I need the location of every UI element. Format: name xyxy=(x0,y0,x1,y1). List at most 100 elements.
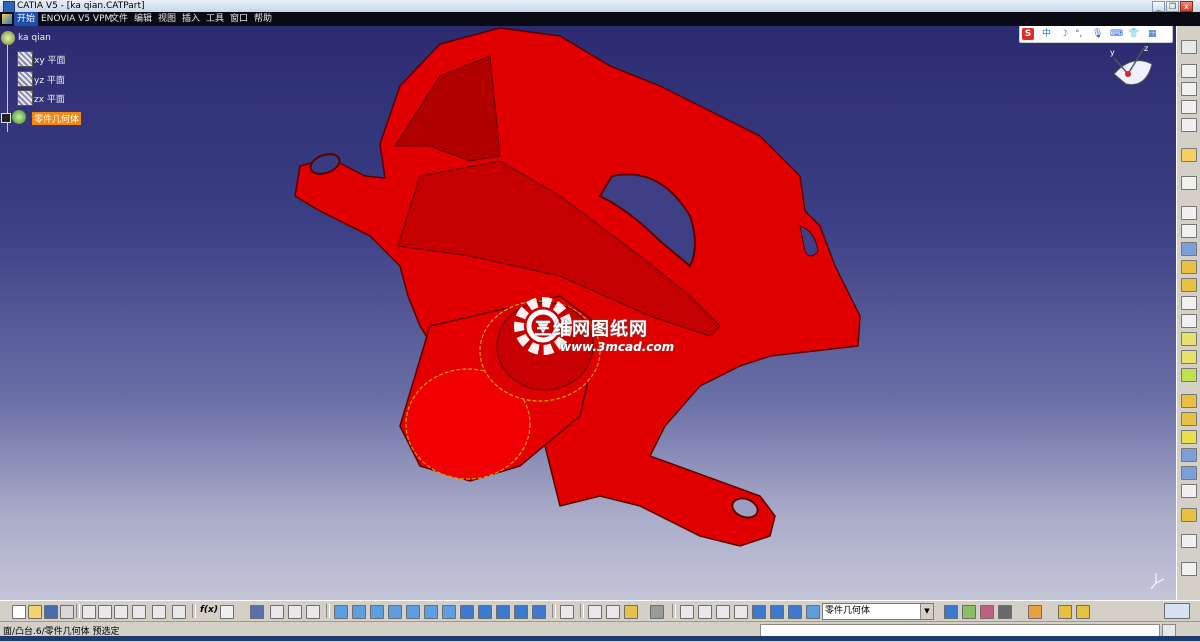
apply-material-icon[interactable] xyxy=(944,605,958,619)
menu-view[interactable]: 视图 xyxy=(158,12,176,26)
anchor-icon[interactable] xyxy=(624,605,638,619)
chamfer-icon[interactable] xyxy=(1181,412,1197,426)
mic-icon[interactable]: 🎙 xyxy=(1092,26,1103,42)
snapshot-icon[interactable] xyxy=(980,605,994,619)
loft-icon[interactable] xyxy=(1181,350,1197,364)
print-icon[interactable] xyxy=(60,605,74,619)
texture-icon[interactable] xyxy=(962,605,976,619)
parts-icon[interactable] xyxy=(288,605,302,619)
analysis-icon[interactable] xyxy=(220,605,234,619)
draft-icon[interactable] xyxy=(1181,430,1197,444)
axis-system-icon[interactable] xyxy=(680,605,694,619)
zoom-in-icon[interactable] xyxy=(406,605,420,619)
formula-icon[interactable]: f(x) xyxy=(200,605,218,615)
moon-icon[interactable]: ☽ xyxy=(1060,26,1068,42)
swap-space-icon[interactable] xyxy=(532,605,546,619)
restore-button[interactable]: ❐ xyxy=(1166,1,1179,12)
fit-all-icon[interactable] xyxy=(352,605,366,619)
menu-file[interactable]: 文件 xyxy=(110,12,128,26)
menu-insert[interactable]: 插入 xyxy=(182,12,200,26)
redo-icon[interactable] xyxy=(152,605,166,619)
sketcher-icon[interactable] xyxy=(1181,176,1197,190)
wireframe-icon[interactable] xyxy=(998,605,1012,619)
keyboard-icon[interactable]: ⌨ xyxy=(1110,26,1123,42)
render-style-icon[interactable] xyxy=(496,605,510,619)
remove-loft-icon[interactable] xyxy=(1181,368,1197,382)
toolbar-handle-icon[interactable] xyxy=(1181,40,1197,54)
pocket-icon[interactable] xyxy=(1181,224,1197,238)
select-arrow-icon[interactable] xyxy=(1181,148,1197,162)
sogou-icon[interactable]: S xyxy=(1022,28,1034,40)
iso-view-icon[interactable] xyxy=(478,605,492,619)
minimize-button[interactable]: _ xyxy=(1152,1,1165,12)
boolean-icon[interactable] xyxy=(752,605,766,619)
parameters-icon[interactable] xyxy=(306,605,320,619)
menu-start[interactable]: 开始 xyxy=(14,12,39,26)
grid-icon[interactable]: ▦ xyxy=(1148,26,1157,42)
expand-icon[interactable] xyxy=(1,113,11,123)
constraint-icon[interactable] xyxy=(588,605,602,619)
hole-icon[interactable] xyxy=(1181,278,1197,292)
update-icon[interactable] xyxy=(560,605,574,619)
caliper-body[interactable] xyxy=(294,27,861,547)
point-icon[interactable] xyxy=(698,605,712,619)
workbench-menu-icon[interactable] xyxy=(2,14,12,24)
mirror-icon[interactable] xyxy=(1181,508,1197,522)
pattern-icon[interactable] xyxy=(1181,534,1197,548)
plane-tool-icon[interactable] xyxy=(734,605,748,619)
constraint-dialog-icon[interactable] xyxy=(606,605,620,619)
menu-enovia[interactable]: ENOVIA V5 VPM xyxy=(41,12,112,26)
punct-icon[interactable]: °, xyxy=(1075,26,1082,42)
rotate-icon[interactable] xyxy=(388,605,402,619)
close-button[interactable]: x xyxy=(1180,1,1193,12)
normal-view-icon[interactable] xyxy=(442,605,456,619)
menu-window[interactable]: 窗口 xyxy=(230,12,248,26)
shaft-icon[interactable] xyxy=(1181,242,1197,256)
tool-icon[interactable] xyxy=(1181,118,1197,132)
menu-edit[interactable]: 编辑 xyxy=(134,12,152,26)
chevron-down-icon[interactable]: ▼ xyxy=(920,604,933,619)
ime-language[interactable]: 中 xyxy=(1042,26,1051,42)
knowledge-icon[interactable] xyxy=(1058,605,1072,619)
body-select-icon[interactable] xyxy=(806,605,820,619)
table-icon[interactable] xyxy=(250,605,264,619)
fly-mode-icon[interactable] xyxy=(334,605,348,619)
hide-show-icon[interactable] xyxy=(514,605,528,619)
tool-icon[interactable] xyxy=(1181,100,1197,114)
skin-icon[interactable]: 👕 xyxy=(1128,26,1139,42)
whats-this-icon[interactable] xyxy=(172,605,186,619)
reaction-icon[interactable] xyxy=(1076,605,1090,619)
shell-icon[interactable] xyxy=(1181,448,1197,462)
sketch-icon[interactable] xyxy=(1181,64,1197,78)
thread-icon[interactable] xyxy=(1181,484,1197,498)
rib-icon[interactable] xyxy=(1181,296,1197,310)
ruler-icon[interactable] xyxy=(650,605,664,619)
multi-view-icon[interactable] xyxy=(460,605,474,619)
fillet-icon[interactable] xyxy=(1181,394,1197,408)
measure-icon[interactable] xyxy=(1181,562,1197,576)
thickness-icon[interactable] xyxy=(1181,466,1197,480)
repetition-icon[interactable] xyxy=(770,605,784,619)
current-body-select[interactable]: 零件几何体 ▼ xyxy=(822,603,934,620)
stiffener-icon[interactable] xyxy=(1181,332,1197,346)
undo-icon[interactable] xyxy=(132,605,146,619)
menu-help[interactable]: 帮助 xyxy=(254,12,272,26)
groove-icon[interactable] xyxy=(1181,260,1197,274)
pan-icon[interactable] xyxy=(370,605,384,619)
caliper-model[interactable] xyxy=(0,26,1176,600)
slot-icon[interactable] xyxy=(1181,314,1197,328)
paint-icon[interactable] xyxy=(1028,605,1042,619)
pad-icon[interactable] xyxy=(1181,206,1197,220)
open-icon[interactable] xyxy=(28,605,42,619)
cut-icon[interactable] xyxy=(82,605,96,619)
paste-icon[interactable] xyxy=(114,605,128,619)
new-icon[interactable] xyxy=(12,605,26,619)
zoom-out-icon[interactable] xyxy=(424,605,438,619)
grid-tool-icon[interactable] xyxy=(788,605,802,619)
line-icon[interactable] xyxy=(716,605,730,619)
copy-icon[interactable] xyxy=(98,605,112,619)
compass-widget[interactable]: y z xyxy=(1108,44,1156,92)
tool-icon[interactable] xyxy=(1181,82,1197,96)
menu-tools[interactable]: 工具 xyxy=(206,12,224,26)
catalog-icon[interactable] xyxy=(270,605,284,619)
